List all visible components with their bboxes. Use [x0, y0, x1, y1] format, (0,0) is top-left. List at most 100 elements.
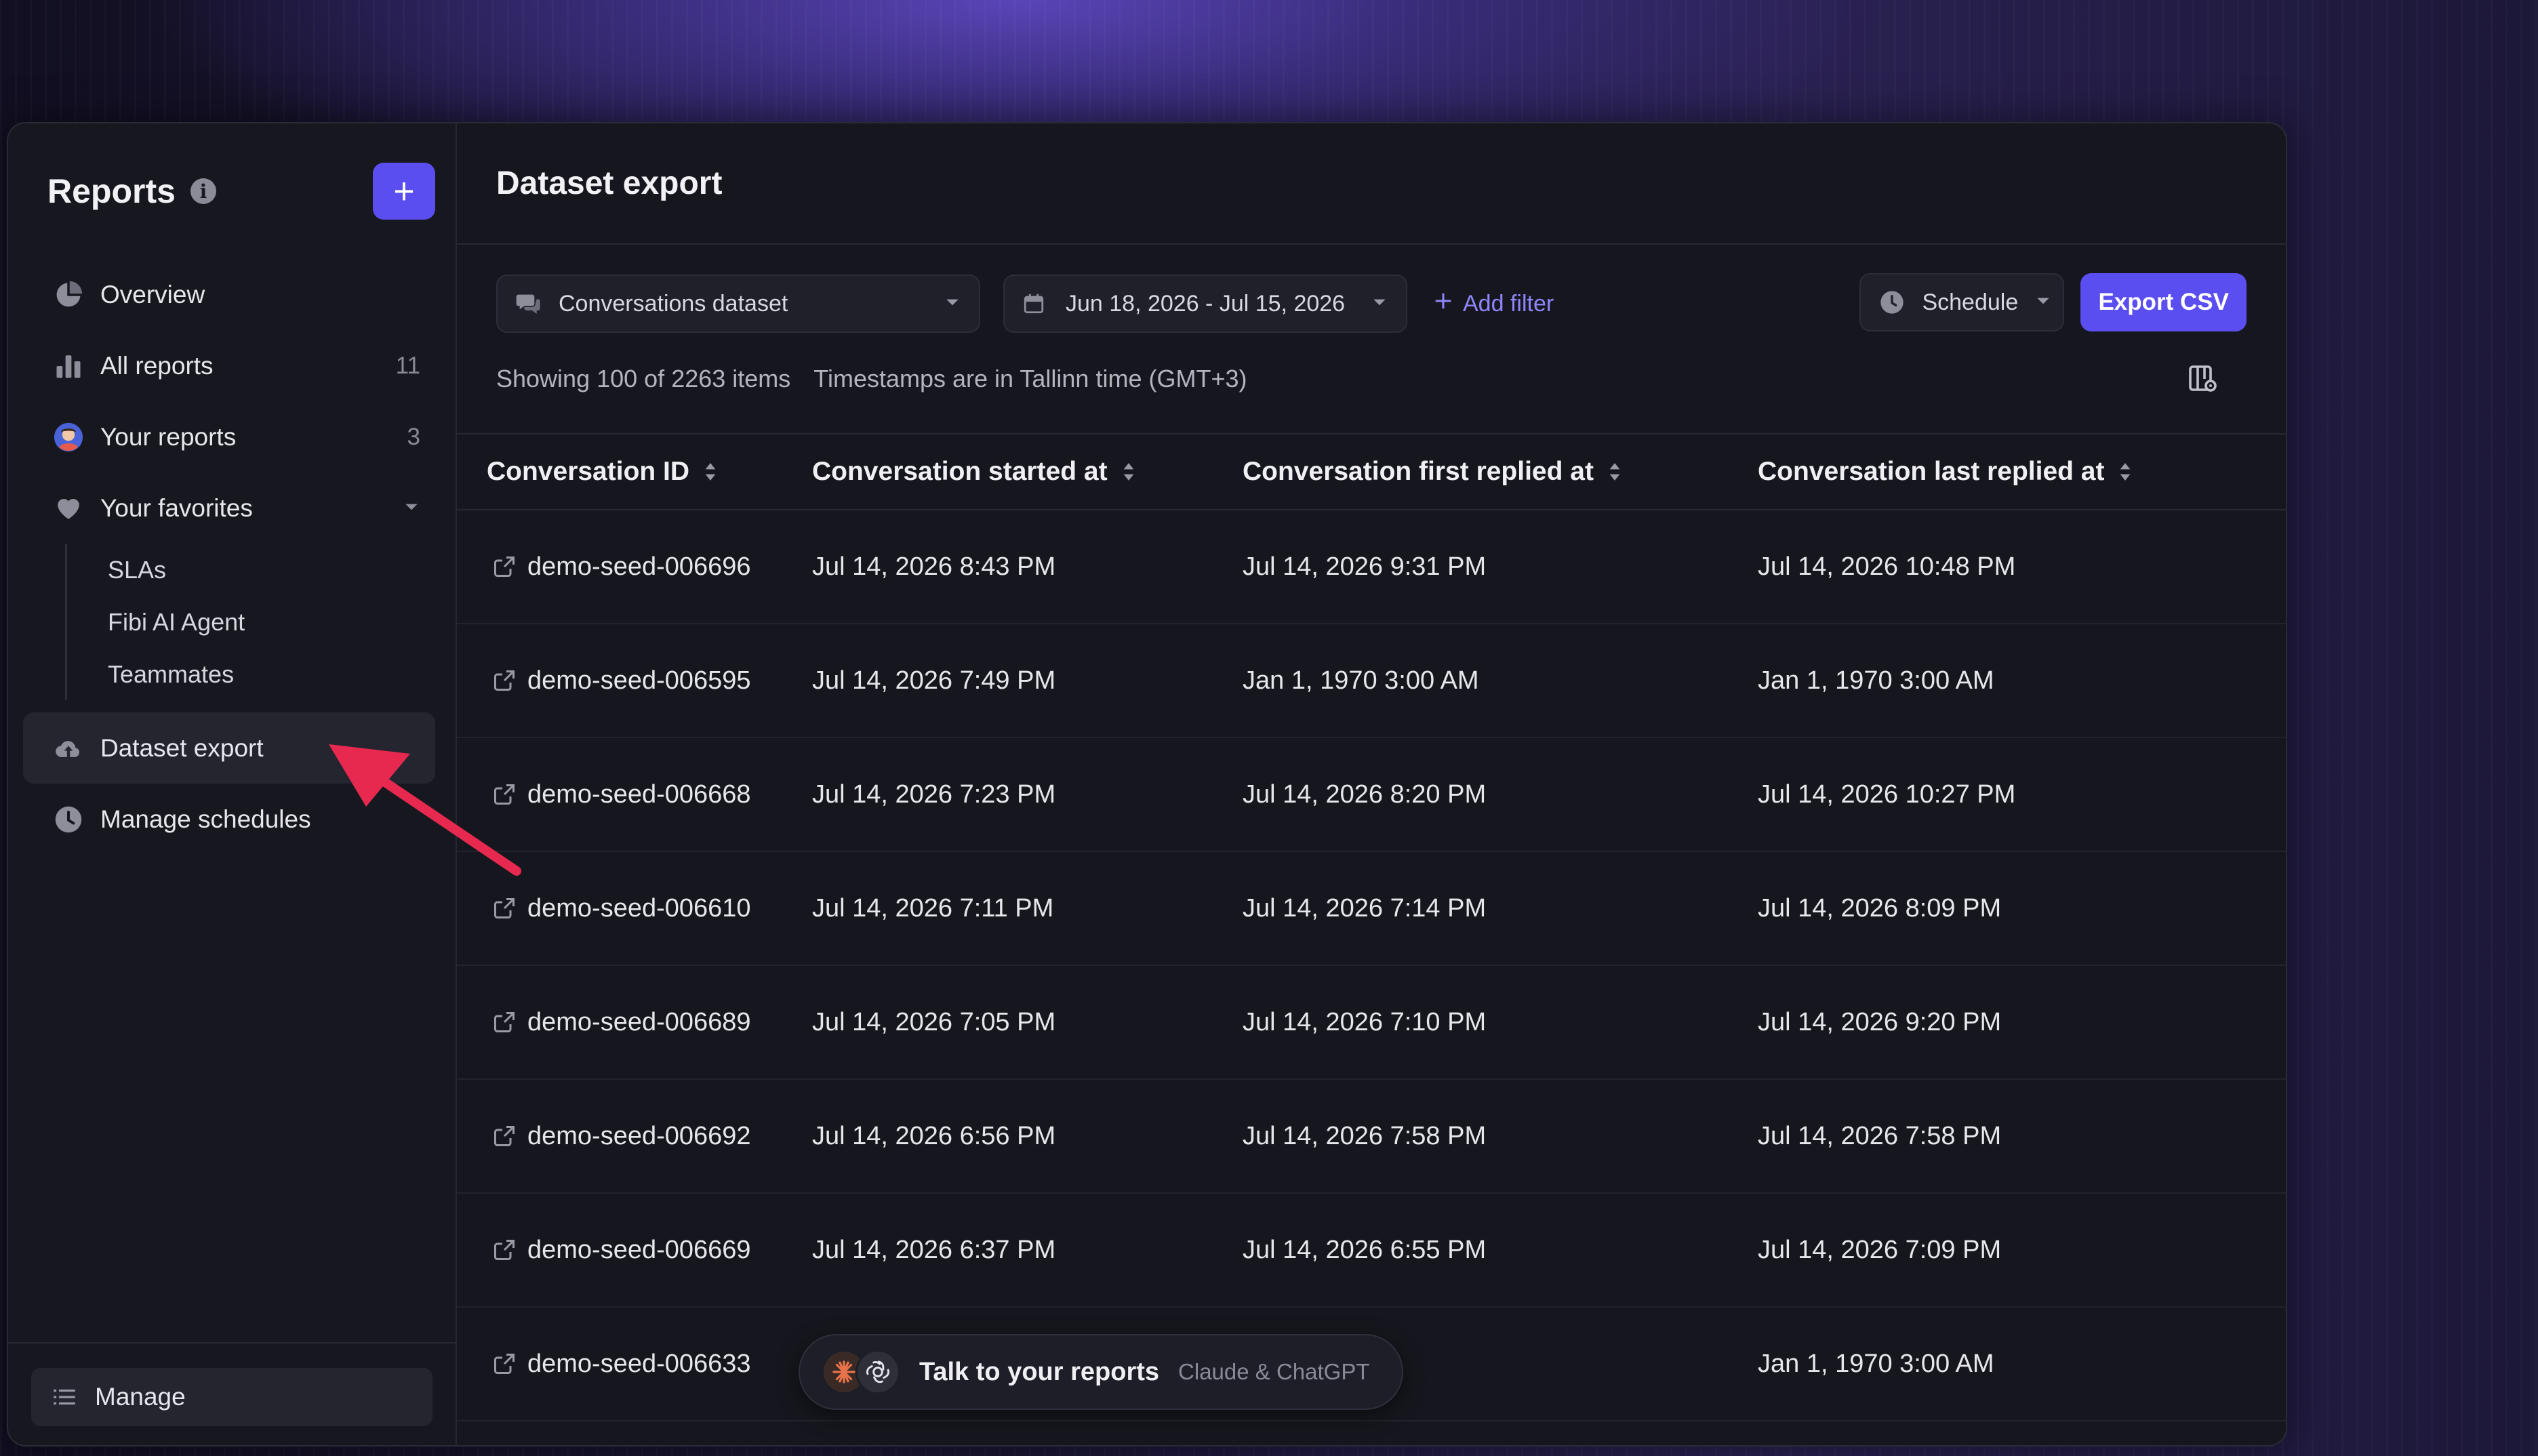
table-cell[interactable]: demo-seed-006669 [457, 1236, 812, 1265]
table-cell: Jul 14, 2026 7:58 PM [1243, 1122, 1758, 1151]
manage-label: Manage [95, 1383, 186, 1411]
sidebar-item-all-reports[interactable]: All reports 11 [38, 330, 435, 401]
cell-value: Jul 14, 2026 7:23 PM [812, 780, 1056, 809]
cell-value: Jul 14, 2026 9:20 PM [1758, 1007, 2002, 1036]
table-row[interactable]: demo-seed-006595 Jul 14, 2026 7:49 PM Jan … [457, 624, 2286, 738]
info-icon[interactable]: i [190, 178, 216, 204]
table-row[interactable]: demo-seed-006669 Jul 14, 2026 6:37 PM Jul … [457, 1194, 2286, 1308]
table-cell: Jul 14, 2026 7:10 PM [1243, 1008, 1758, 1037]
external-link-icon[interactable] [492, 1010, 517, 1034]
external-link-icon[interactable] [492, 1124, 517, 1148]
table-row[interactable]: demo-seed-006689 Jul 14, 2026 7:05 PM Jul … [457, 966, 2286, 1080]
table-cell[interactable]: demo-seed-006595 [457, 666, 812, 695]
table-row[interactable]: demo-seed-006668 Jul 14, 2026 7:23 PM Jul … [457, 738, 2286, 852]
calendar-icon [1022, 290, 1049, 317]
table-row[interactable]: demo-seed-006692 Jul 14, 2026 6:56 PM Jul … [457, 1080, 2286, 1194]
cell-value: Jul 14, 2026 10:27 PM [1758, 780, 2016, 809]
column-settings-icon[interactable] [2187, 363, 2219, 395]
cell-value: demo-seed-006668 [527, 780, 751, 809]
sidebar-header: Reports i + [8, 123, 456, 220]
results-info: Showing 100 of 2263 items Timestamps are… [457, 359, 2286, 399]
table-cell[interactable]: demo-seed-006668 [457, 780, 812, 809]
cell-value: Jul 14, 2026 7:14 PM [1243, 893, 1487, 923]
sidebar-footer: Manage [8, 1342, 456, 1445]
manage-button[interactable]: Manage [31, 1368, 432, 1426]
column-header-conversation-id[interactable]: Conversation ID [457, 457, 812, 487]
table-cell: Jul 14, 2026 10:27 PM [1758, 780, 2286, 809]
column-header-started-at[interactable]: Conversation started at [812, 457, 1243, 487]
favorite-item-fibi-ai-agent[interactable]: Fibi AI Agent [40, 596, 435, 648]
sidebar-item-your-reports[interactable]: Your reports 3 [38, 401, 435, 472]
sort-icon[interactable] [703, 462, 718, 482]
avatar-icon [53, 422, 84, 453]
chat-bubbles-icon [515, 290, 542, 317]
date-range-select[interactable]: Jun 18, 2026 - Jul 15, 2026 [1003, 275, 1407, 333]
table-cell[interactable]: demo-seed-006633 [457, 1350, 812, 1379]
bar-chart-icon [53, 350, 84, 382]
sidebar-item-label: Your reports [100, 422, 237, 451]
favorite-item-teammates[interactable]: Teammates [40, 648, 435, 700]
table-cell: Jul 14, 2026 7:23 PM [812, 780, 1243, 809]
dataset-select[interactable]: Conversations dataset [496, 275, 980, 333]
main-panel: Dataset export Conversations dataset Jun… [457, 123, 2286, 1445]
cell-value: Jul 14, 2026 7:58 PM [1243, 1121, 1487, 1150]
table-cell[interactable]: demo-seed-006692 [457, 1122, 812, 1151]
table-cell[interactable]: demo-seed-006689 [457, 1008, 812, 1037]
table-row[interactable]: demo-seed-006610 Jul 14, 2026 7:11 PM Jul … [457, 852, 2286, 966]
cell-value: Jul 14, 2026 6:56 PM [812, 1121, 1056, 1150]
chevron-down-icon[interactable] [403, 495, 420, 522]
sidebar-item-label: Your favorites [100, 493, 253, 522]
sidebar-item-dataset-export[interactable]: Dataset export [23, 712, 435, 784]
cell-value: demo-seed-006689 [527, 1007, 751, 1036]
external-link-icon[interactable] [492, 1352, 517, 1376]
table-cell: Jan 1, 1970 3:00 AM [1758, 666, 2286, 695]
pie-chart-icon [53, 279, 84, 310]
column-header-first-replied-at[interactable]: Conversation first replied at [1243, 457, 1758, 487]
sidebar-title-group: Reports i [47, 171, 216, 211]
cell-value: Jan 1, 1970 3:00 AM [1243, 666, 1479, 695]
page-title: Dataset export [496, 165, 723, 201]
cell-value: Jul 14, 2026 9:31 PM [1243, 552, 1487, 581]
external-link-icon[interactable] [492, 668, 517, 693]
list-icon [52, 1383, 79, 1411]
external-link-icon[interactable] [492, 554, 517, 579]
sidebar: Reports i + Overview All reports 11 Your… [8, 123, 457, 1445]
table-cell: Jul 14, 2026 6:55 PM [1243, 1236, 1758, 1265]
cloud-upload-icon [53, 733, 84, 764]
sidebar-item-overview[interactable]: Overview [38, 259, 435, 330]
add-filter-button[interactable]: Add filter [1433, 291, 1554, 317]
add-report-button[interactable]: + [373, 163, 435, 220]
table-cell[interactable]: demo-seed-006610 [457, 894, 812, 923]
sidebar-item-manage-schedules[interactable]: Manage schedules [38, 784, 435, 855]
table-cell: Jul 14, 2026 7:49 PM [812, 666, 1243, 695]
sidebar-item-count: 11 [395, 352, 420, 379]
cell-value: demo-seed-006669 [527, 1235, 751, 1264]
external-link-icon[interactable] [492, 896, 517, 921]
external-link-icon[interactable] [492, 1238, 517, 1262]
table-header: Conversation ID Conversation started at … [457, 434, 2286, 510]
sidebar-item-label: Manage schedules [100, 805, 311, 833]
schedule-select[interactable]: Schedule [1859, 273, 2065, 331]
favorite-item-slas[interactable]: SLAs [40, 544, 435, 596]
main-header: Dataset export [457, 123, 2286, 245]
sort-icon[interactable] [1607, 462, 1622, 482]
column-header-last-replied-at[interactable]: Conversation last replied at [1758, 457, 2286, 487]
sort-icon[interactable] [1121, 462, 1136, 482]
talk-to-reports-pill[interactable]: Talk to your reports Claude & ChatGPT [799, 1334, 1403, 1410]
table-cell[interactable]: demo-seed-006696 [457, 552, 812, 582]
sidebar-title: Reports [47, 172, 176, 210]
sidebar-item-count: 3 [407, 423, 420, 450]
table-cell: Jul 14, 2026 7:09 PM [1758, 1236, 2286, 1265]
table-cell: Jul 14, 2026 7:14 PM [1243, 894, 1758, 923]
cell-value: Jul 14, 2026 6:55 PM [1243, 1235, 1487, 1264]
table-row[interactable]: demo-seed-006696 Jul 14, 2026 8:43 PM Jul … [457, 510, 2286, 624]
sidebar-item-your-favorites[interactable]: Your favorites [38, 472, 435, 544]
external-link-icon[interactable] [492, 782, 517, 807]
table-cell: Jul 14, 2026 9:31 PM [1243, 552, 1758, 582]
table-cell: Jan 1, 1970 3:00 AM [1758, 1350, 2286, 1379]
favorites-list: SLAs Fibi AI Agent Teammates [65, 544, 435, 700]
export-csv-button[interactable]: Export CSV [2080, 273, 2247, 331]
cell-value: Jul 14, 2026 8:09 PM [1758, 893, 2002, 923]
cell-value: Jul 14, 2026 8:43 PM [812, 552, 1056, 581]
sort-icon[interactable] [2118, 462, 2133, 482]
